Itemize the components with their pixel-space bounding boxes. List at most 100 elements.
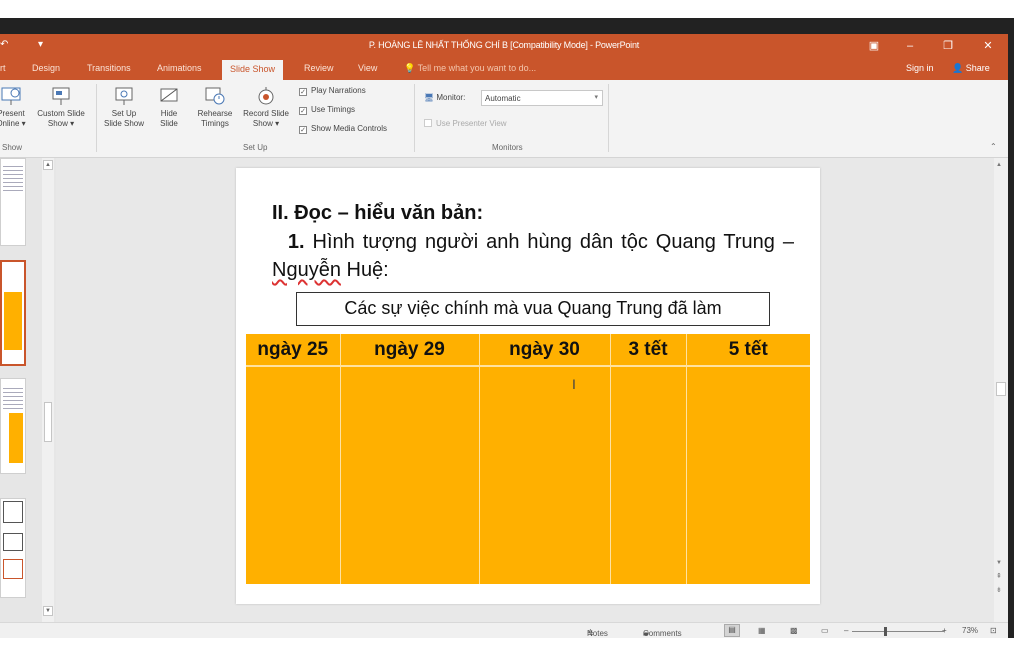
collapse-ribbon-icon[interactable]: ⌃ bbox=[990, 142, 997, 151]
present-online-label: Present bbox=[0, 109, 25, 118]
previous-slide-icon[interactable]: ⇞ bbox=[996, 572, 1002, 580]
slide-thumbnail[interactable] bbox=[0, 498, 26, 598]
group-separator bbox=[96, 84, 97, 152]
monitor-label-text: Monitor: bbox=[436, 93, 466, 102]
slide-show-view-icon[interactable]: ▭ bbox=[821, 626, 829, 635]
show-media-controls-label: Show Media Controls bbox=[311, 124, 388, 133]
scroll-down-icon[interactable]: ▼ bbox=[43, 606, 53, 616]
monitor-icon: 🖥 bbox=[424, 93, 435, 102]
person-icon: 👤 bbox=[952, 63, 964, 73]
slide-canvas[interactable]: II. Đọc – hiểu văn bản: 1. Hình tượng ng… bbox=[236, 168, 820, 604]
notes-label: Notes bbox=[587, 629, 608, 638]
next-slide-icon[interactable]: ⇟ bbox=[996, 586, 1002, 594]
slide-heading: II. Đọc – hiểu văn bản: bbox=[272, 202, 484, 224]
present-online-label-2: Online ▾ bbox=[0, 119, 26, 128]
thumbnail-box bbox=[3, 559, 23, 579]
zoom-slider-thumb[interactable] bbox=[884, 627, 887, 636]
custom-slide-show-button[interactable]: Custom Slide Show ▾ bbox=[30, 86, 92, 129]
tab-review[interactable]: Review bbox=[304, 63, 334, 73]
screen-bottom bbox=[0, 638, 1024, 670]
table-cell[interactable] bbox=[479, 366, 611, 584]
column-header: ngày 29 bbox=[340, 334, 480, 367]
ribbon: Present Online ▾ Custom Slide Show ▾ Sho… bbox=[0, 80, 1008, 158]
paragraph-text-end: Huệ: bbox=[340, 259, 389, 281]
checkmark-icon: ✓ bbox=[299, 126, 307, 134]
window-frame bbox=[0, 18, 1012, 34]
monitor-dropdown[interactable]: Automatic ▾ bbox=[481, 90, 603, 106]
close-button[interactable]: ✕ bbox=[976, 37, 1000, 55]
ribbon-tabs: rt Design Transitions Animations Slide S… bbox=[0, 58, 1008, 80]
top-strip bbox=[0, 0, 1024, 18]
zoom-out-icon[interactable]: – bbox=[844, 626, 848, 635]
title-bar: ↶ ▾ P. HOÀNG LÊ NHẤT THỐNG CHÍ B [Compat… bbox=[0, 34, 1008, 58]
slide-paragraph: 1. Hình tượng người anh hùng dân tộc Qua… bbox=[272, 228, 794, 284]
restore-button[interactable]: ❐ bbox=[936, 37, 960, 55]
ribbon-display-options-button[interactable]: ▣ bbox=[862, 37, 886, 55]
minimize-button[interactable]: – bbox=[898, 37, 922, 55]
hide-slide-button[interactable]: Hide Slide bbox=[152, 86, 186, 129]
tab-design[interactable]: Design bbox=[32, 63, 60, 73]
custom-show-label-2: Show ▾ bbox=[47, 119, 75, 128]
scroll-up-icon[interactable]: ▲ bbox=[43, 160, 53, 170]
column-header: 5 tết bbox=[686, 334, 810, 367]
column-header: ngày 25 bbox=[246, 334, 341, 367]
tab-animations[interactable]: Animations bbox=[157, 63, 202, 73]
slide-thumbnail-selected[interactable] bbox=[0, 260, 26, 366]
tab-insert[interactable]: rt bbox=[0, 63, 6, 73]
window-frame-right-lower bbox=[1008, 484, 1014, 644]
chevron-down-icon: ▾ bbox=[594, 94, 598, 101]
tell-me-search[interactable]: 💡 Tell me what you want to do... bbox=[404, 63, 536, 74]
table-cell[interactable] bbox=[246, 366, 341, 584]
comments-label: Comments bbox=[643, 629, 682, 638]
table-cell[interactable] bbox=[686, 366, 810, 584]
slide-scrollbar[interactable]: ▲ ▼ ⇞ ⇟ bbox=[994, 158, 1008, 622]
text-cursor-icon: I bbox=[572, 376, 576, 392]
scroll-thumb[interactable] bbox=[44, 402, 52, 442]
column-header: 3 tết bbox=[610, 334, 687, 367]
thumbnail-text-lines bbox=[3, 163, 23, 193]
use-presenter-view-checkbox[interactable]: Use Presenter View bbox=[424, 119, 507, 128]
zoom-in-icon[interactable]: + bbox=[942, 626, 947, 635]
slide-thumbnail[interactable] bbox=[0, 158, 26, 246]
slide-sorter-icon[interactable]: ▦ bbox=[758, 626, 766, 635]
checkmark-icon: ✓ bbox=[299, 88, 307, 96]
thumbnail-box bbox=[3, 533, 23, 551]
set-up-slide-show-button[interactable]: Set Up Slide Show bbox=[98, 86, 150, 129]
tab-slide-show[interactable]: Slide Show bbox=[222, 60, 284, 80]
monitor-label: 🖥 Monitor: bbox=[424, 93, 465, 102]
tab-view[interactable]: View bbox=[358, 63, 377, 73]
fit-slide-icon[interactable]: ⊡ bbox=[990, 626, 997, 635]
zoom-level[interactable]: 73% bbox=[962, 626, 978, 635]
play-narrations-label: Play Narrations bbox=[311, 86, 366, 95]
status-bar: ≜ Notes ▰ Comments ▤ ▦ ▩ ▭ – + 73% ⊡ bbox=[0, 622, 1008, 638]
thumbnail-text-lines bbox=[3, 385, 23, 409]
rehearse-timings-button[interactable]: Rehearse Timings bbox=[192, 86, 238, 129]
present-online-icon bbox=[1, 87, 21, 105]
record-label-2: Show ▾ bbox=[252, 119, 280, 128]
use-timings-checkbox[interactable]: ✓ Use Timings bbox=[299, 105, 355, 115]
zoom-slider[interactable] bbox=[852, 631, 944, 632]
set-up-group-label: Set Up bbox=[243, 143, 268, 152]
use-timings-label: Use Timings bbox=[311, 105, 356, 114]
scroll-up-icon[interactable]: ▲ bbox=[996, 162, 1006, 170]
sign-in-link[interactable]: Sign in bbox=[906, 63, 934, 73]
record-slide-show-button[interactable]: Record Slide Show ▾ bbox=[236, 86, 296, 129]
normal-view-icon[interactable]: ▤ bbox=[724, 624, 740, 637]
scroll-down-icon[interactable]: ▼ bbox=[996, 560, 1002, 566]
monitor-value: Automatic bbox=[485, 94, 521, 103]
share-label: Share bbox=[965, 63, 990, 73]
present-online-button[interactable]: Present Online ▾ bbox=[0, 86, 30, 129]
events-table[interactable]: ngày 25 ngày 29 ngày 30 3 tết 5 tết bbox=[246, 334, 810, 584]
reading-view-icon[interactable]: ▩ bbox=[790, 626, 798, 635]
scroll-thumb[interactable] bbox=[996, 382, 1006, 396]
slide-thumbnail[interactable] bbox=[0, 378, 26, 474]
hide-slide-icon bbox=[160, 88, 178, 102]
show-media-controls-checkbox[interactable]: ✓ Show Media Controls bbox=[299, 124, 387, 134]
play-narrations-checkbox[interactable]: ✓ Play Narrations bbox=[299, 86, 366, 96]
table-cell[interactable] bbox=[610, 366, 687, 584]
table-cell[interactable] bbox=[340, 366, 480, 584]
thumbnail-scrollbar[interactable]: ▲ ▼ bbox=[42, 158, 54, 622]
set-up-icon bbox=[115, 87, 133, 105]
share-button[interactable]: 👤 Share bbox=[952, 63, 990, 74]
tab-transitions[interactable]: Transitions bbox=[87, 63, 131, 73]
